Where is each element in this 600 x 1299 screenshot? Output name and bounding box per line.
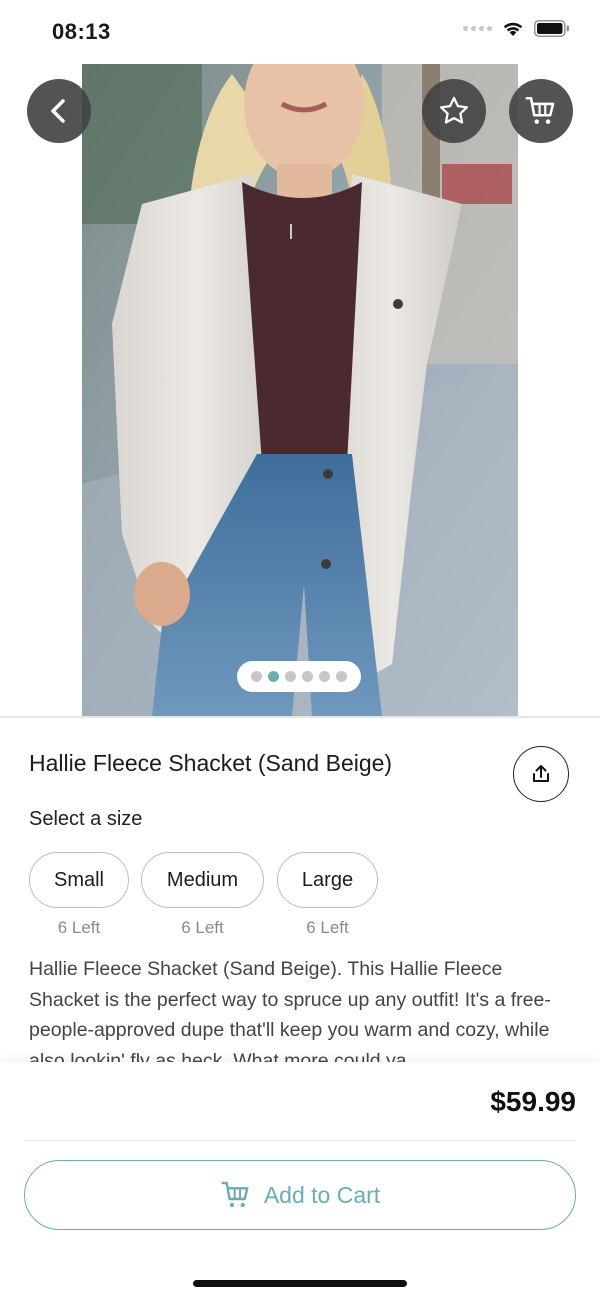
add-to-cart-label: Add to Cart	[263, 1181, 381, 1208]
share-button[interactable]	[513, 746, 569, 802]
product-title: Hallie Fleece Shacket (Sand Beige)	[29, 750, 393, 776]
pager-dot[interactable]	[251, 671, 262, 682]
product-description: Hallie Fleece Shacket (Sand Beige). This…	[29, 958, 551, 1066]
checkout-bar: $59.99 Add to Cart	[0, 1062, 600, 1299]
pager-dot[interactable]	[285, 671, 296, 682]
size-option-medium[interactable]: Medium	[141, 852, 264, 908]
pager-dot-active[interactable]	[268, 671, 279, 682]
add-to-cart-button[interactable]: Add to Cart	[24, 1160, 576, 1230]
back-button[interactable]	[27, 79, 91, 143]
pager-dot[interactable]	[319, 671, 330, 682]
signal-icon	[463, 26, 492, 31]
pager-dot[interactable]	[302, 671, 313, 682]
size-option-large[interactable]: Large	[277, 852, 378, 908]
divider	[0, 716, 600, 718]
share-upload-icon	[533, 765, 549, 782]
star-outline-icon	[439, 96, 469, 124]
cart-button[interactable]	[509, 79, 573, 143]
status-time: 08:13	[52, 19, 111, 44]
wifi-icon	[503, 22, 523, 36]
chevron-left-icon	[51, 99, 65, 123]
stock-count-large: 6 Left	[306, 918, 349, 937]
image-pager[interactable]	[237, 661, 361, 692]
stock-count-medium: 6 Left	[181, 918, 224, 937]
status-icons	[463, 20, 570, 37]
battery-icon	[534, 20, 569, 37]
favorite-button[interactable]	[422, 79, 486, 143]
product-gallery[interactable]	[0, 64, 600, 716]
shopping-cart-icon	[221, 1181, 249, 1208]
size-option-small[interactable]: Small	[29, 852, 129, 908]
divider	[24, 1140, 576, 1141]
product-price: $59.99	[490, 1086, 576, 1117]
size-prompt: Select a size	[29, 808, 143, 830]
shopping-cart-icon	[525, 96, 555, 124]
status-bar: 08:13	[0, 0, 600, 64]
home-indicator[interactable]	[193, 1280, 407, 1287]
product-photo[interactable]	[82, 64, 518, 716]
stock-count-small: 6 Left	[57, 918, 101, 937]
pager-dot[interactable]	[336, 671, 347, 682]
